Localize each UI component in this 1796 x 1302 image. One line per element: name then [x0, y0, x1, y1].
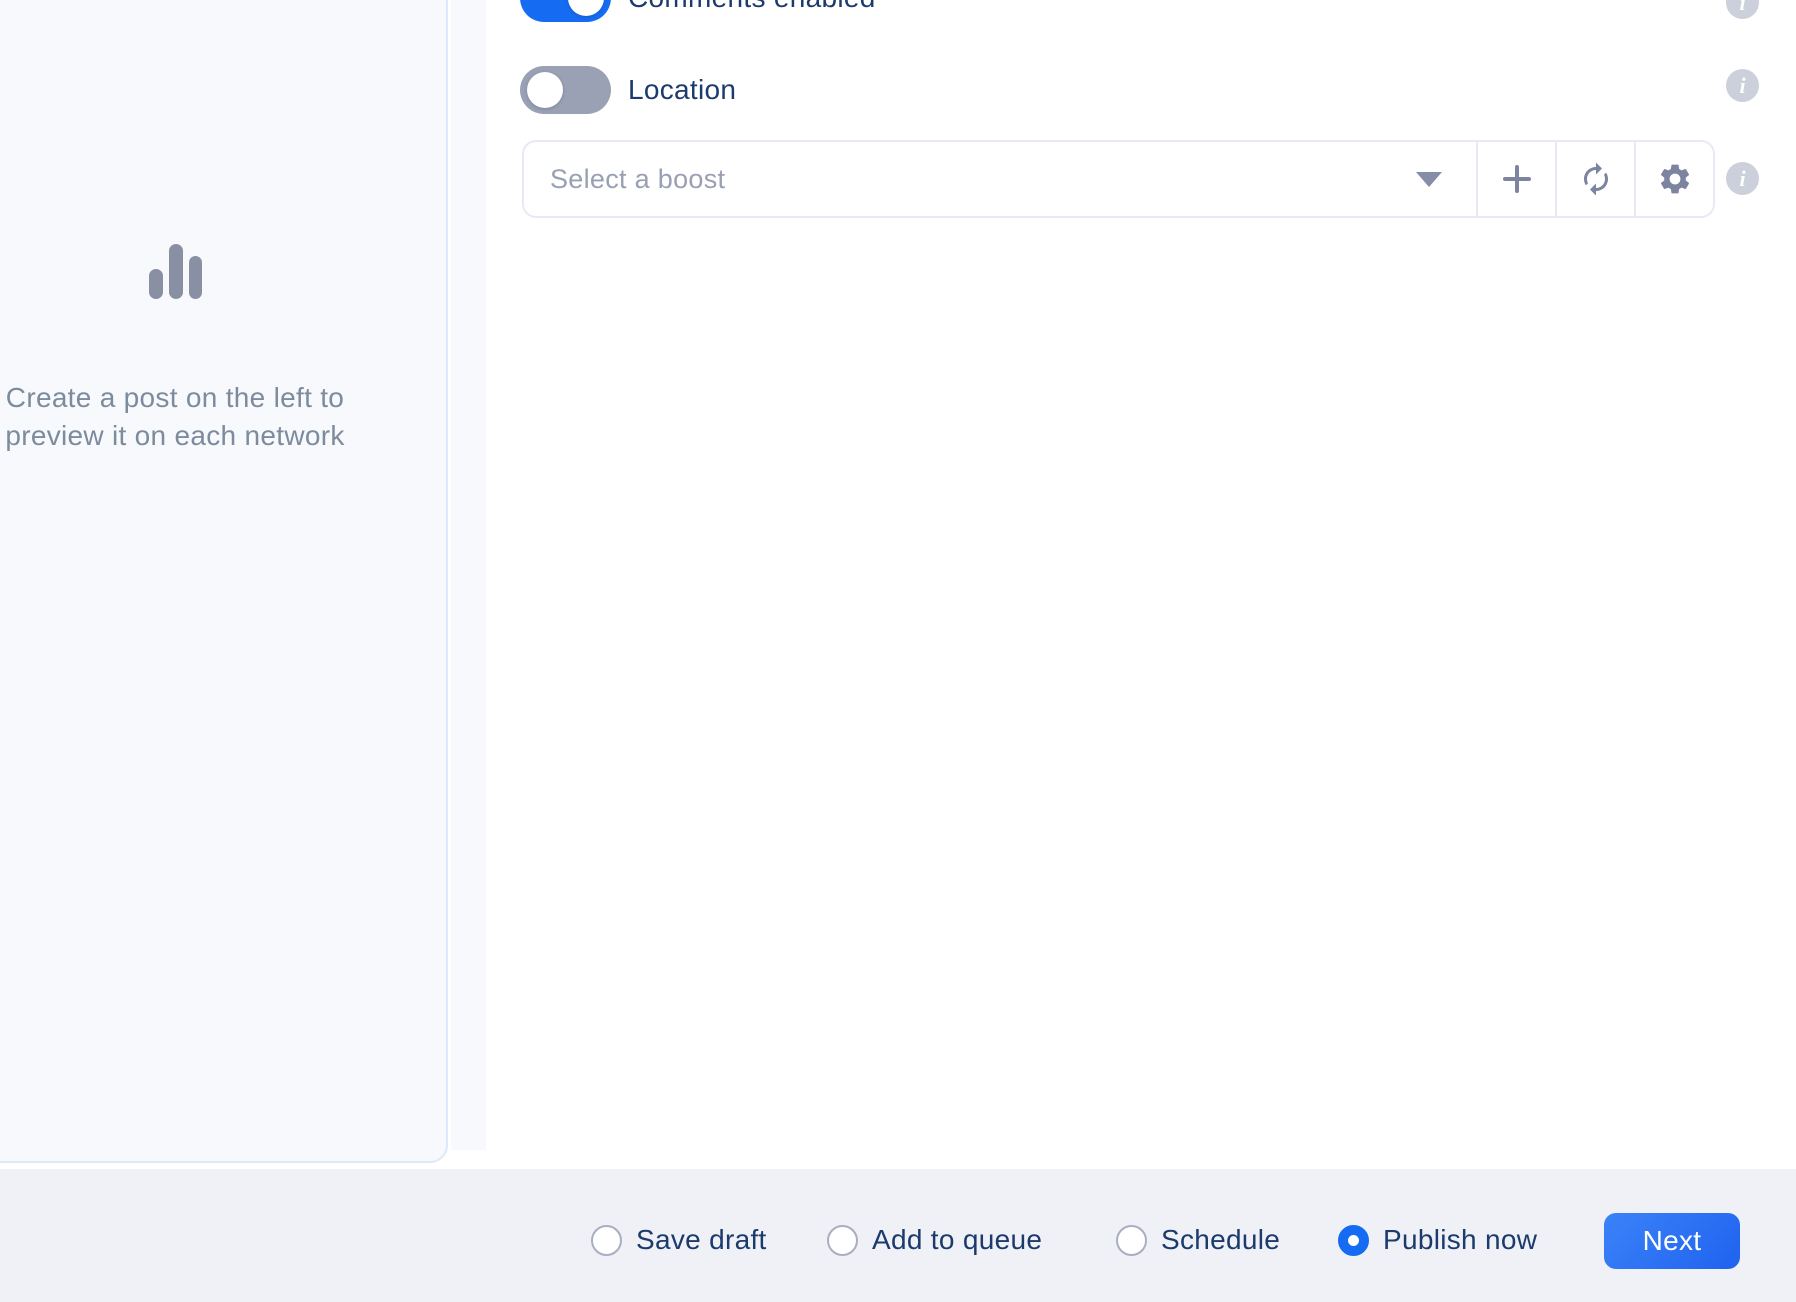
network-preview-panel: Create a post on the left to preview it …: [0, 0, 448, 1163]
boost-select-placeholder: Select a boost: [550, 164, 725, 195]
boost-info-icon[interactable]: i: [1726, 162, 1759, 195]
plus-icon: [1500, 162, 1534, 196]
empty-state-line-2: preview it on each network: [5, 417, 344, 455]
empty-state-line-1: Create a post on the left to: [5, 379, 344, 417]
radio-icon[interactable]: [1116, 1225, 1147, 1256]
comments-enabled-label: Comments enabled: [628, 0, 876, 14]
radio-icon[interactable]: [591, 1225, 622, 1256]
toggle-knob: [568, 0, 604, 16]
empty-state-text: Create a post on the left to preview it …: [5, 379, 344, 455]
comments-info-icon[interactable]: i: [1726, 0, 1759, 19]
post-composer-screen: Create a post on the left to preview it …: [0, 0, 1796, 1302]
save-draft-label: Save draft: [636, 1224, 767, 1256]
add-to-queue-radio-option[interactable]: Add to queue: [827, 1224, 1042, 1256]
schedule-radio-option[interactable]: Schedule: [1116, 1224, 1280, 1256]
save-draft-radio-option[interactable]: Save draft: [591, 1224, 767, 1256]
location-toggle[interactable]: [520, 66, 611, 114]
gear-icon: [1657, 161, 1693, 197]
boost-select-dropdown[interactable]: Select a boost: [524, 142, 1476, 216]
boost-control-group: Select a boost: [522, 140, 1715, 218]
bar-chart-icon: [149, 244, 202, 299]
schedule-label: Schedule: [1161, 1224, 1280, 1256]
radio-icon[interactable]: [827, 1225, 858, 1256]
boost-settings-button[interactable]: [1634, 142, 1713, 216]
panel-gutter: [451, 0, 486, 1150]
comments-enabled-toggle[interactable]: [520, 0, 611, 22]
next-button[interactable]: Next: [1604, 1213, 1740, 1269]
location-label: Location: [628, 74, 736, 106]
add-boost-button[interactable]: [1476, 142, 1555, 216]
radio-icon[interactable]: [1338, 1225, 1369, 1256]
preview-empty-state: Create a post on the left to preview it …: [0, 244, 446, 455]
publish-now-label: Publish now: [1383, 1224, 1537, 1256]
refresh-boosts-button[interactable]: [1555, 142, 1634, 216]
publish-now-radio-option[interactable]: Publish now: [1338, 1224, 1537, 1256]
location-info-icon[interactable]: i: [1726, 69, 1759, 102]
publish-action-bar: Save draft Add to queue Schedule Publish…: [0, 1169, 1796, 1302]
chevron-down-icon: [1416, 172, 1442, 187]
refresh-icon: [1578, 161, 1614, 197]
toggle-knob: [527, 72, 563, 108]
add-to-queue-label: Add to queue: [872, 1224, 1042, 1256]
